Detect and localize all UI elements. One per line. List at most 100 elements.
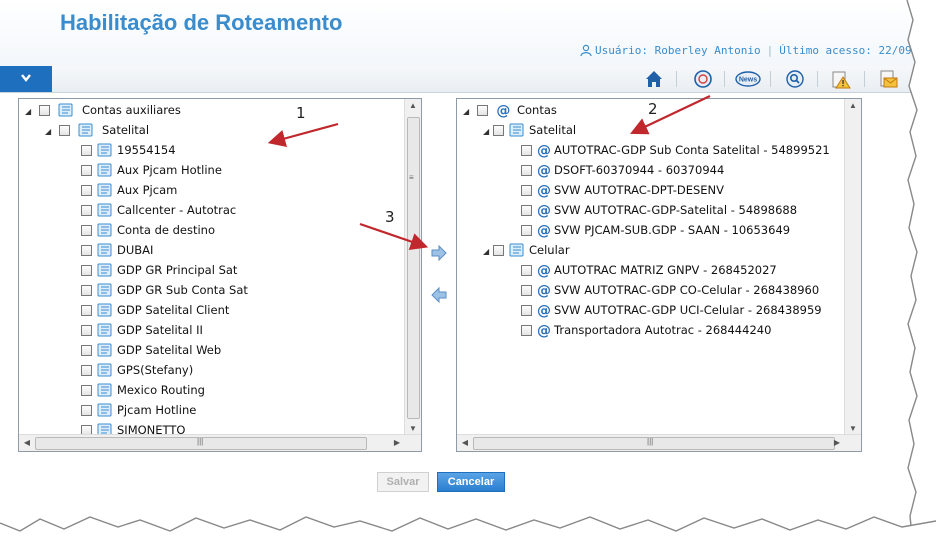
annotation-number: 1	[296, 104, 306, 122]
at-icon: @	[537, 283, 551, 299]
checkbox[interactable]	[81, 185, 92, 196]
tree-node-account[interactable]: Callcenter - Autotrac	[81, 200, 236, 220]
checkbox[interactable]	[521, 285, 532, 296]
checkbox[interactable]	[81, 205, 92, 216]
news-icon[interactable]: News	[735, 69, 761, 89]
move-right-arrow-icon[interactable]	[430, 245, 448, 261]
checkbox[interactable]	[81, 245, 92, 256]
scroll-down-icon[interactable]: ▼	[405, 424, 421, 433]
tree-node-account[interactable]: Conta de destino	[81, 220, 215, 240]
tree-node-root[interactable]: ◢ Contas auxiliares	[25, 100, 181, 120]
tree-node-group[interactable]: ◢ Satelital	[483, 120, 576, 140]
tree-node-account[interactable]: @ SVW AUTOTRAC-GDP CO-Celular - 268438960	[521, 280, 819, 300]
scroll-up-icon[interactable]: ▲	[405, 101, 421, 110]
checkbox[interactable]	[521, 165, 532, 176]
save-button[interactable]: Salvar	[377, 472, 429, 492]
at-icon: @	[537, 323, 551, 339]
at-icon: @	[537, 203, 551, 219]
checkbox[interactable]	[493, 245, 504, 256]
vertical-scrollbar[interactable]: ▲ ▼	[844, 99, 861, 435]
checkbox[interactable]	[81, 145, 92, 156]
collapse-icon[interactable]: ◢	[483, 242, 493, 262]
scroll-left-icon[interactable]: ◀	[457, 438, 473, 447]
tree-node-label: SVW PJCAM-SUB.GDP - SAAN - 10653649	[554, 223, 791, 237]
tree-node-account[interactable]: GDP GR Sub Conta Sat	[81, 280, 248, 300]
menu-dropdown-button[interactable]	[0, 66, 52, 92]
tree-node-account[interactable]: GDP Satelital Client	[81, 300, 229, 320]
mail-icon[interactable]	[877, 69, 899, 89]
tree-node-account[interactable]: SIMONETTO	[81, 420, 185, 435]
cancel-button[interactable]: Cancelar	[437, 472, 505, 492]
checkbox[interactable]	[81, 325, 92, 336]
tree-node-account[interactable]: GDP Satelital Web	[81, 340, 221, 360]
tree-node-group[interactable]: ◢ Celular	[483, 240, 570, 260]
tree-node-account[interactable]: @ SVW PJCAM-SUB.GDP - SAAN - 10653649	[521, 220, 790, 240]
checkbox[interactable]	[521, 145, 532, 156]
checkbox[interactable]	[81, 265, 92, 276]
tree-node-account[interactable]: @ Transportadora Autotrac - 268444240	[521, 320, 771, 340]
tree-node-label: Celular	[529, 243, 570, 257]
checkbox[interactable]	[476, 105, 488, 116]
at-icon: @	[537, 163, 551, 179]
tree-node-account[interactable]: @ SVW AUTOTRAC-DPT-DESENV	[521, 180, 724, 200]
folder-list-icon	[97, 163, 112, 177]
at-icon: @	[537, 303, 551, 319]
scroll-down-icon[interactable]: ▼	[845, 424, 861, 433]
tree-node-account[interactable]: Mexico Routing	[81, 380, 205, 400]
scroll-left-icon[interactable]: ◀	[19, 438, 35, 447]
search-icon[interactable]	[784, 69, 806, 89]
tree-node-account[interactable]: GDP Satelital II	[81, 320, 203, 340]
tree-node-account[interactable]: @ DSOFT-60370944 - 60370944	[521, 160, 724, 180]
vertical-scrollbar[interactable]: ▲ ≡ ▼	[404, 99, 421, 435]
tree-node-account[interactable]: DUBAI	[81, 240, 153, 260]
toolbar-divider	[864, 71, 865, 87]
home-icon[interactable]	[643, 69, 665, 89]
tree-node-account[interactable]: Aux Pjcam Hotline	[81, 160, 222, 180]
tree-node-account[interactable]: @ AUTOTRAC-GDP Sub Conta Satelital - 5489…	[521, 140, 830, 160]
checkbox[interactable]	[81, 225, 92, 236]
scroll-up-icon[interactable]: ▲	[845, 101, 861, 110]
collapse-icon[interactable]: ◢	[463, 102, 473, 122]
tree-node-account[interactable]: @ AUTOTRAC MATRIZ GNPV - 268452027	[521, 260, 777, 280]
checkbox[interactable]	[521, 185, 532, 196]
collapse-icon[interactable]: ◢	[45, 122, 55, 142]
checkbox[interactable]	[81, 165, 92, 176]
folder-list-icon	[97, 403, 112, 417]
checkbox[interactable]	[58, 125, 70, 136]
tree-node-account[interactable]: @ SVW AUTOTRAC-GDP UCI-Celular - 26843895…	[521, 300, 822, 320]
checkbox[interactable]	[493, 125, 504, 136]
tree-node-label: DUBAI	[117, 243, 154, 257]
scroll-right-icon[interactable]: ▶	[389, 438, 405, 447]
checkbox[interactable]	[38, 105, 50, 116]
tree-node-root[interactable]: ◢ @ Contas	[463, 100, 557, 120]
tree-node-account[interactable]: 19554154	[81, 140, 176, 160]
checkbox[interactable]	[521, 225, 532, 236]
horizontal-scrollbar[interactable]: ◀ ||| ▶	[457, 434, 861, 451]
tree-node-account[interactable]: GDP GR Principal Sat	[81, 260, 237, 280]
checkbox[interactable]	[81, 285, 92, 296]
tree-node-label: GDP Satelital Client	[117, 303, 230, 317]
collapse-icon[interactable]: ◢	[483, 122, 493, 142]
checkbox[interactable]	[521, 265, 532, 276]
checkbox[interactable]	[521, 325, 532, 336]
tree-node-account[interactable]: Aux Pjcam	[81, 180, 177, 200]
collapse-icon[interactable]: ◢	[25, 102, 35, 122]
tree-node-account[interactable]: Pjcam Hotline	[81, 400, 196, 420]
scrollbar-thumb[interactable]	[473, 437, 835, 450]
move-left-arrow-icon[interactable]	[430, 287, 448, 303]
horizontal-scrollbar[interactable]: ◀ ||| ▶	[19, 434, 421, 451]
tree-node-account[interactable]: @ SVW AUTOTRAC-GDP-Satelital - 54898688	[521, 200, 797, 220]
tree-node-account[interactable]: GPS(Stefany)	[81, 360, 193, 380]
checkbox[interactable]	[521, 205, 532, 216]
scrollbar-thumb[interactable]	[407, 117, 420, 419]
checkbox[interactable]	[81, 365, 92, 376]
checkbox[interactable]	[81, 305, 92, 316]
alert-icon[interactable]	[830, 69, 852, 89]
checkbox[interactable]	[81, 345, 92, 356]
chat-icon[interactable]	[692, 69, 714, 89]
checkbox[interactable]	[81, 385, 92, 396]
tree-node-group[interactable]: ◢ Satelital	[45, 120, 149, 140]
scroll-right-icon[interactable]: ▶	[829, 438, 845, 447]
checkbox[interactable]	[81, 405, 92, 416]
checkbox[interactable]	[521, 305, 532, 316]
